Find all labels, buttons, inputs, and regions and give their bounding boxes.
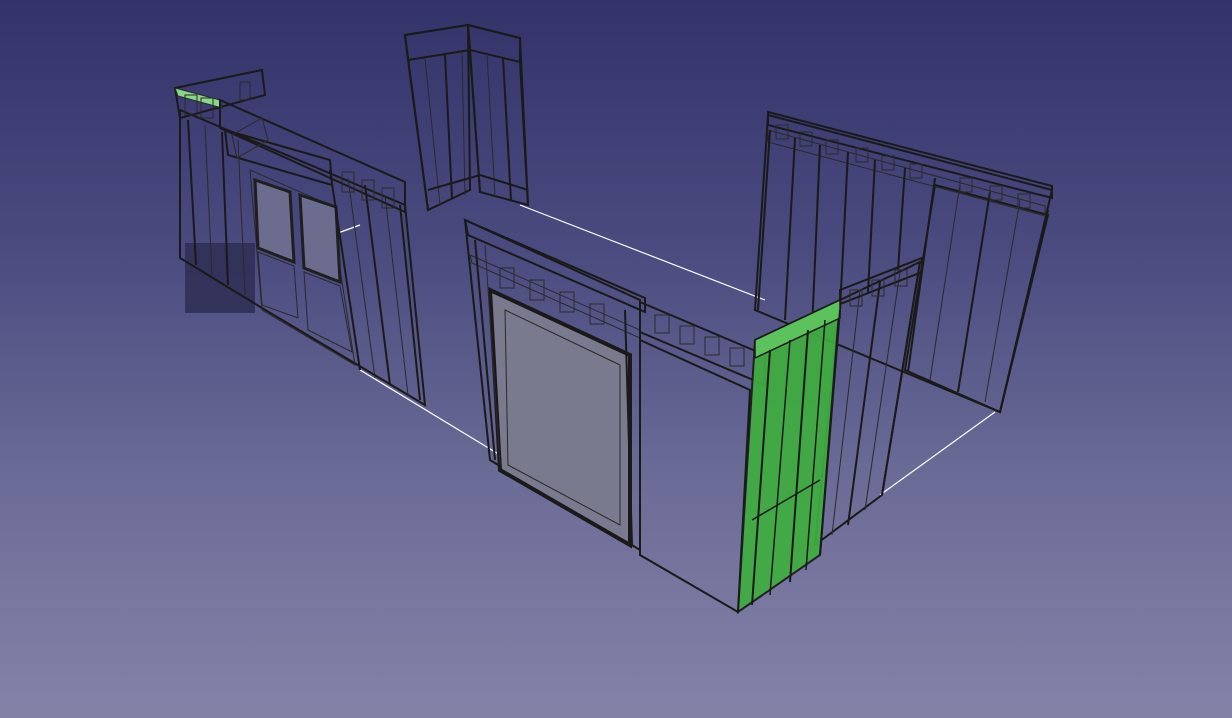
3d-viewport[interactable] xyxy=(0,0,1232,718)
center-wall[interactable] xyxy=(463,218,766,614)
back-corner-wall[interactable] xyxy=(403,23,530,212)
left-wall[interactable] xyxy=(173,68,427,407)
scene-canvas[interactable] xyxy=(0,0,1232,718)
front-corner-wall[interactable] xyxy=(736,256,923,615)
